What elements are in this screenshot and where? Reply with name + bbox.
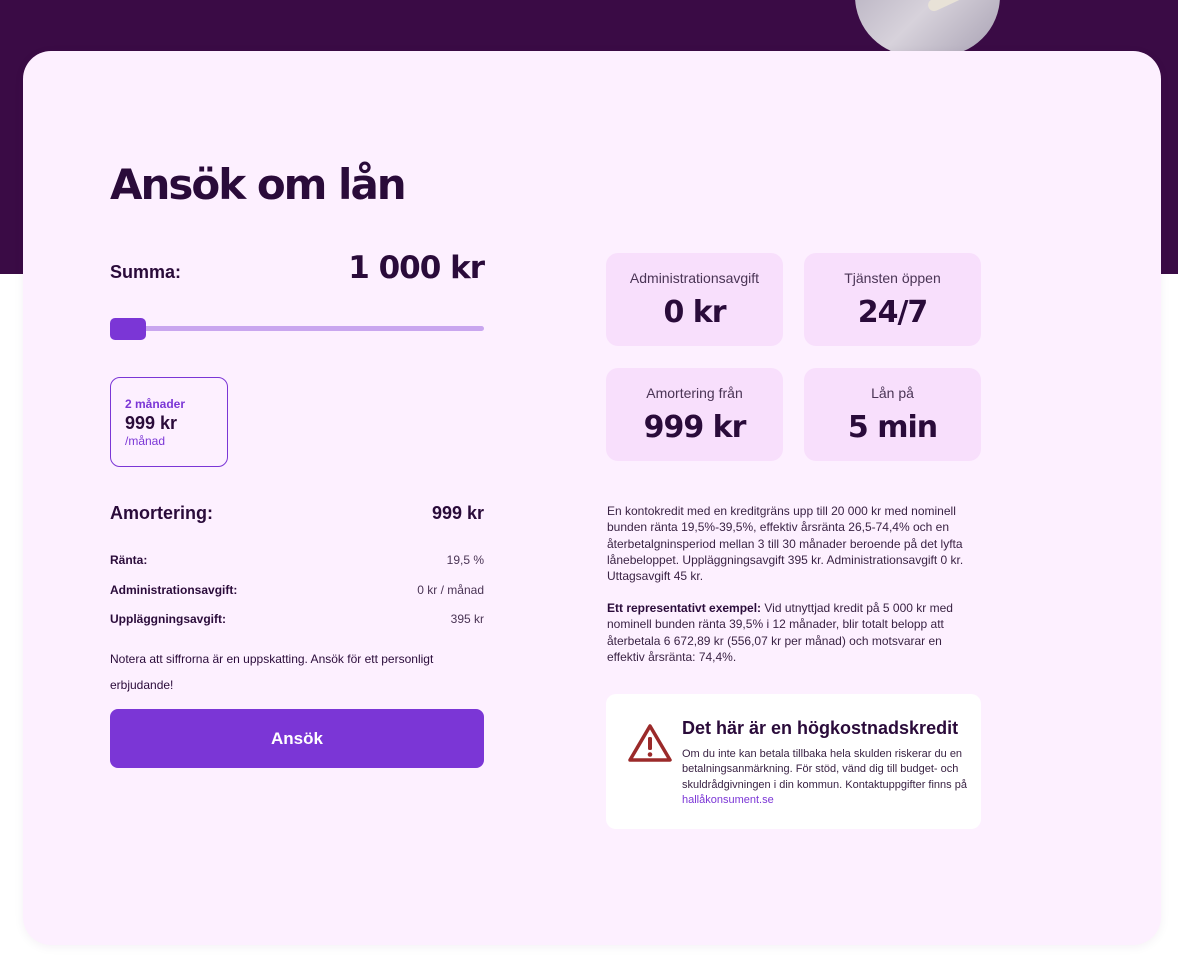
representative-example: Ett representativt exempel: Vid utnyttja… <box>607 600 981 665</box>
credit-terms-text: En kontokredit med en kreditgräns upp ti… <box>607 504 964 584</box>
detail-label: Uppläggningsavgift: <box>110 612 226 626</box>
high-cost-credit-warning: Det här är en högkostnadskredit Om du in… <box>606 694 981 829</box>
stat-value: 24/7 <box>857 295 929 330</box>
stat-tile-loan-time: Lån på 5 min <box>804 368 981 461</box>
detail-value: 0 kr / månad <box>417 583 484 597</box>
apply-button[interactable]: Ansök <box>110 709 484 768</box>
sum-label: Summa: <box>110 262 182 282</box>
detail-label: Ränta: <box>110 553 148 567</box>
slider-track[interactable] <box>110 326 484 331</box>
sum-value: 1 000 kr <box>348 250 485 286</box>
stat-tile-open-hours: Tjänsten öppen 24/7 <box>804 253 981 346</box>
amortization-value: 999 kr <box>431 503 484 523</box>
amortization-label: Amortering: <box>110 503 213 523</box>
detail-row-admin-fee: Administrationsavgift: 0 kr / månad <box>110 583 484 597</box>
term-option-2-months[interactable]: 2 månader 999 kr /månad <box>110 377 228 467</box>
page-title: Ansök om lån <box>110 160 407 209</box>
amount-slider[interactable] <box>110 318 484 340</box>
stat-value: 999 kr <box>643 410 747 445</box>
detail-row-interest: Ränta: 19,5 % <box>110 553 484 567</box>
term-unit: /månad <box>125 434 166 448</box>
term-months: 2 månader <box>125 397 186 411</box>
estimate-note: Notera att siffrorna är en uppskatting. … <box>110 652 434 692</box>
detail-label: Administrationsavgift: <box>110 583 238 597</box>
stat-label: Tjänsten öppen <box>844 270 941 286</box>
stat-label: Administrationsavgift <box>629 270 760 286</box>
stat-value: 5 min <box>847 410 938 445</box>
amortization-row: Amortering: 999 kr <box>110 503 484 524</box>
warning-text: Om du inte kan betala tillbaka hela skul… <box>682 748 967 791</box>
stat-tile-amortization: Amortering från 999 kr <box>606 368 783 461</box>
term-amount: 999 kr <box>125 413 178 433</box>
sum-row: Summa: 1 000 kr <box>110 250 485 286</box>
stat-label: Lån på <box>871 385 914 401</box>
detail-row-setup-fee: Uppläggningsavgift: 395 kr <box>110 612 484 626</box>
stat-label: Amortering från <box>646 385 743 401</box>
warning-triangle-icon <box>628 724 672 762</box>
consumer-agency-link[interactable]: hallåkonsument.se <box>682 794 774 806</box>
slider-handle[interactable] <box>110 318 146 340</box>
detail-value: 395 kr <box>450 612 484 626</box>
warning-title: Det här är en högkostnadskredit <box>682 718 959 738</box>
detail-value: 19,5 % <box>446 553 484 567</box>
warning-body: Om du inte kan betala tillbaka hela skul… <box>682 747 967 808</box>
example-label: Ett representativt exempel: <box>607 601 762 615</box>
stat-value: 0 kr <box>663 295 726 330</box>
stat-tile-admin-fee: Administrationsavgift 0 kr <box>606 253 783 346</box>
